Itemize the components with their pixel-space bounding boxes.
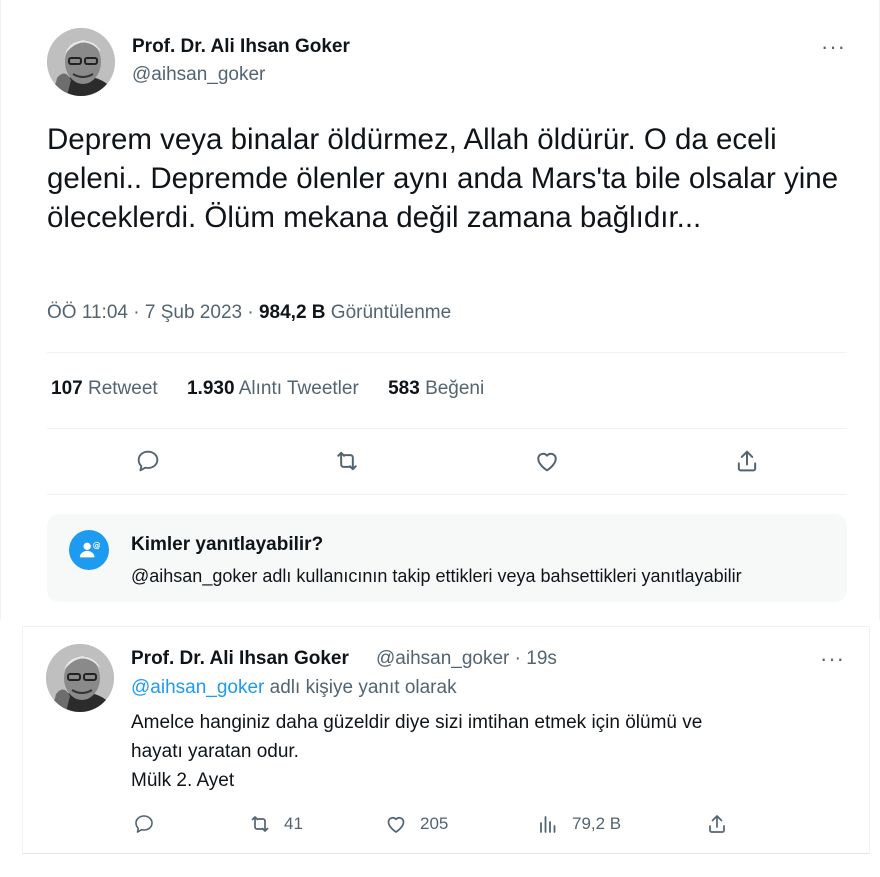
retweet-button[interactable] bbox=[332, 446, 362, 476]
reply-author-name[interactable]: Prof. Dr. Ali Ihsan Goker bbox=[131, 648, 349, 670]
mention-user-icon: @ bbox=[69, 530, 109, 570]
reply-reply-button[interactable] bbox=[132, 812, 168, 836]
like-button[interactable] bbox=[532, 446, 562, 476]
likes-label: Beğeni bbox=[425, 378, 485, 399]
quotes-count: 1.930 bbox=[186, 378, 235, 399]
reply-restriction-box: @ Kimler yanıtlayabilir? @aihsan_goker a… bbox=[47, 514, 847, 602]
reply-text-line: Mülk 2. Ayet bbox=[131, 770, 235, 791]
divider bbox=[47, 352, 847, 353]
reply-text: Amelce hanginiz daha güzeldir diye sizi … bbox=[131, 708, 831, 795]
reply-retweet-count: 41 bbox=[284, 814, 303, 833]
share-icon bbox=[709, 815, 725, 833]
share-icon bbox=[737, 450, 757, 472]
analytics-icon bbox=[540, 816, 556, 833]
likes-stat[interactable]: 583 Beğeni bbox=[388, 378, 484, 400]
divider bbox=[47, 494, 847, 495]
reply-author-handle[interactable]: @aihsan_goker bbox=[376, 648, 509, 669]
tweet-text: Deprem veya binalar öldürmez, Allah öldü… bbox=[47, 123, 839, 234]
replying-to-handle[interactable]: @aihsan_goker bbox=[131, 677, 264, 698]
reply-time[interactable]: 19s bbox=[526, 648, 557, 669]
quotes-label: Alıntı Tweetler bbox=[238, 378, 359, 399]
reply-more-options-button[interactable]: ··· bbox=[820, 648, 845, 670]
tweet-meta: ÖÖ 11:04 · 7 Şub 2023 · 984,2 B Görüntül… bbox=[47, 302, 451, 324]
views-count: 984,2 B bbox=[258, 302, 326, 323]
reply-author-meta: @aihsan_goker · 19s bbox=[376, 648, 557, 670]
reply-retweet-button[interactable]: 41 bbox=[248, 812, 303, 836]
heart-icon bbox=[537, 452, 557, 472]
reply-button[interactable] bbox=[133, 446, 163, 476]
tweet-page: Prof. Dr. Ali Ihsan Goker @aihsan_goker … bbox=[0, 0, 880, 877]
reply-icon bbox=[135, 815, 153, 833]
reply-restriction-description: @aihsan_goker adlı kullanıcının takip et… bbox=[131, 566, 742, 586]
reply-share-button[interactable] bbox=[705, 812, 741, 836]
replying-to: @aihsan_goker adlı kişiye yanıt olarak bbox=[131, 677, 457, 699]
reply-restriction-title: Kimler yanıtlayabilir? bbox=[131, 534, 324, 555]
reply-views-button[interactable]: 79,2 B bbox=[536, 812, 621, 836]
retweets-label: Retweet bbox=[87, 378, 158, 399]
share-button[interactable] bbox=[732, 446, 762, 476]
reply-icon bbox=[137, 450, 159, 472]
tweet-stats: 107 Retweet 1.930 Alıntı Tweetler 583 Be… bbox=[51, 378, 508, 400]
reply-text-line: Amelce hanginiz daha güzeldir diye sizi … bbox=[131, 712, 703, 733]
likes-count: 583 bbox=[388, 378, 420, 399]
main-tweet: Prof. Dr. Ali Ihsan Goker @aihsan_goker … bbox=[0, 0, 880, 620]
retweets-stat[interactable]: 107 Retweet bbox=[51, 378, 158, 400]
meta-separator: · bbox=[247, 302, 254, 323]
views-label: Görüntülenme bbox=[330, 302, 452, 323]
replying-to-suffix: adlı kişiye yanıt olarak bbox=[269, 677, 457, 698]
heart-icon bbox=[387, 816, 405, 833]
retweet-icon bbox=[251, 816, 269, 832]
reply-like-count: 205 bbox=[420, 814, 449, 833]
author-name[interactable]: Prof. Dr. Ali Ihsan Goker bbox=[132, 36, 350, 58]
reply-like-button[interactable]: 205 bbox=[384, 812, 448, 836]
retweet-icon bbox=[337, 451, 357, 471]
reply-author-avatar[interactable] bbox=[46, 644, 114, 712]
meta-separator: · bbox=[514, 648, 521, 669]
meta-separator: · bbox=[133, 302, 140, 323]
author-handle[interactable]: @aihsan_goker bbox=[132, 64, 265, 86]
more-options-button[interactable]: ··· bbox=[821, 36, 846, 58]
reply-text-line: hayatı yaratan odur. bbox=[131, 741, 299, 762]
reply-views-count: 79,2 B bbox=[572, 814, 622, 833]
quotes-stat[interactable]: 1.930 Alıntı Tweetler bbox=[187, 378, 359, 400]
divider bbox=[47, 428, 847, 429]
author-avatar[interactable] bbox=[47, 28, 115, 96]
svg-text:@: @ bbox=[93, 540, 100, 550]
tweet-date[interactable]: 7 Şub 2023 bbox=[145, 302, 242, 323]
tweet-time[interactable]: ÖÖ 11:04 bbox=[47, 302, 128, 323]
retweets-count: 107 bbox=[51, 378, 83, 399]
